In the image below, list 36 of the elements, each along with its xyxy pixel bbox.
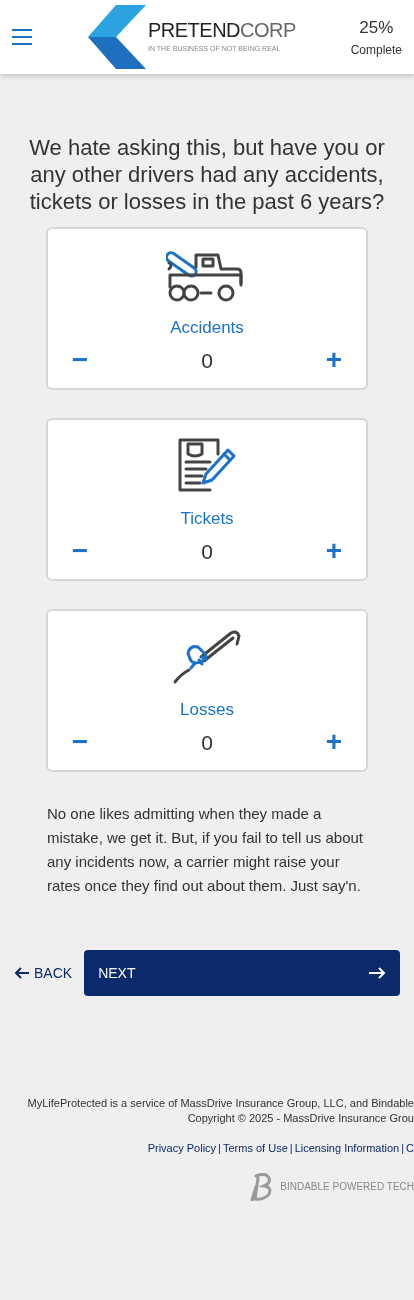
document-pencil-icon xyxy=(176,436,238,494)
chevron-logo-icon xyxy=(88,5,146,69)
footer-link[interactable]: C xyxy=(406,1140,414,1157)
increment-button[interactable]: + xyxy=(322,728,346,757)
link-separator: | xyxy=(217,1141,222,1156)
footer-text: MyLifeProtected is a service of MassDrive Insurance Group, LLC, and Bindable xyxy=(27,1096,414,1111)
powered-by-text: BINDABLE POWERED TECH xyxy=(280,1180,414,1194)
counter-label: Tickets xyxy=(180,508,234,530)
counter-value: 0 xyxy=(201,538,213,565)
footer-link[interactable]: Terms of Use xyxy=(222,1140,288,1157)
back-button[interactable]: BACK xyxy=(14,962,73,984)
question-heading: We hate asking this, but have you or any other drivers had any accidents, tickets or losses in the past 6 years? xyxy=(28,134,386,215)
decrement-button[interactable]: − xyxy=(68,537,92,566)
counter-value: 0 xyxy=(201,729,213,756)
progress-label: Complete xyxy=(350,41,402,59)
note-paragraph: No one likes admitting when they made a mistake, we get it. But, if you fail to tell us about any incidents now, a carrier might raise your rates once they find out about them. Just say'n. xyxy=(47,804,364,896)
counter-label: Losses xyxy=(180,699,234,721)
next-button[interactable]: NEXT xyxy=(84,950,400,996)
footer-link[interactable]: Licensing Information xyxy=(294,1140,400,1157)
logo-wordmark: PRETENDCORP xyxy=(148,19,296,40)
decrement-button[interactable]: − xyxy=(68,346,92,375)
link-separator: | xyxy=(288,1141,294,1156)
right-arrow-icon xyxy=(368,967,386,979)
progress-percent: 25% xyxy=(359,17,394,40)
counter-value: 0 xyxy=(201,347,213,374)
link-separator: | xyxy=(400,1141,406,1156)
menu-icon[interactable] xyxy=(12,29,32,45)
crowbar-icon xyxy=(171,627,243,685)
b-logo-icon xyxy=(248,1172,273,1201)
increment-button[interactable]: + xyxy=(322,537,346,566)
left-arrow-icon xyxy=(14,967,30,979)
decrement-button[interactable]: − xyxy=(68,728,92,757)
footer-text: Copyright © 2025 - MassDrive Insurance Grou xyxy=(187,1111,414,1126)
counter-label: Accidents xyxy=(170,317,244,339)
footer-link[interactable]: Privacy Policy xyxy=(147,1140,217,1157)
increment-button[interactable]: + xyxy=(322,346,346,375)
